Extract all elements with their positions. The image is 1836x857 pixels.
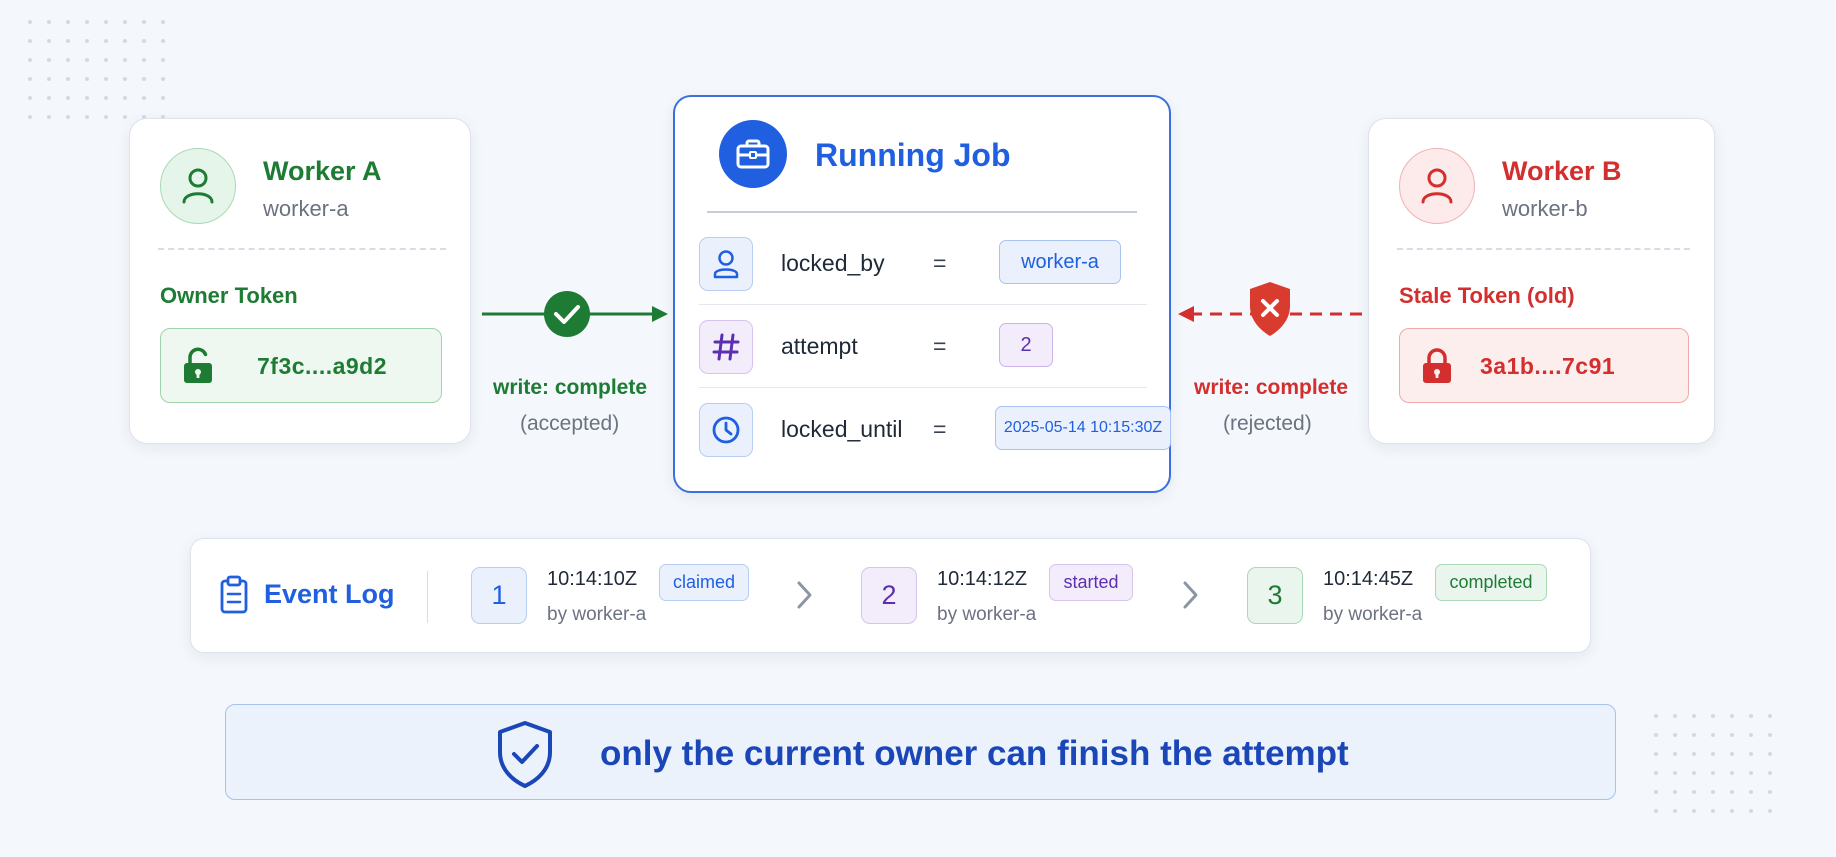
dot-grid-bottom-right xyxy=(1654,714,1772,813)
shield-check-icon xyxy=(498,721,552,788)
accepted-status: (accepted) xyxy=(520,412,620,435)
worker-a-card: Worker A worker-a Owner Token 7f3c....a9… xyxy=(129,118,471,444)
stale-token-value: 3a1b....7c91 xyxy=(1480,353,1616,379)
accepted-label: write: complete xyxy=(493,376,648,399)
worker-a-id: worker-a xyxy=(263,196,349,221)
owner-token-label: Owner Token xyxy=(160,283,298,308)
owner-token-box: 7f3c....a9d2 xyxy=(160,328,442,403)
equals-sign: = xyxy=(933,416,947,442)
dot-grid-top-left xyxy=(28,20,165,119)
locked-icon xyxy=(1423,348,1451,383)
worker-b-name: Worker B xyxy=(1502,156,1622,186)
clipboard-icon xyxy=(220,575,248,614)
summary-banner: only the current owner can finish the at… xyxy=(225,704,1616,800)
rejected-status: (rejected) xyxy=(1223,412,1312,435)
event-step-number: 1 xyxy=(471,567,527,624)
shield-x-icon xyxy=(1250,282,1290,336)
worker-b-id: worker-b xyxy=(1502,196,1588,221)
field-key: locked_by xyxy=(781,250,885,276)
user-icon xyxy=(160,148,236,224)
event-log-panel: Event Log 1 10:14:10Z claimed by worker-… xyxy=(190,538,1591,653)
stale-token-label: Stale Token (old) xyxy=(1399,283,1575,308)
briefcase-icon xyxy=(719,120,787,188)
divider xyxy=(158,248,446,250)
rejected-label: write: complete xyxy=(1194,376,1349,399)
check-icon xyxy=(544,291,590,337)
event-log-title: Event Log xyxy=(264,579,395,609)
running-job-card: Running Job locked_by = worker-a attempt… xyxy=(673,95,1171,493)
job-divider xyxy=(707,211,1137,213)
field-value: 2 xyxy=(999,323,1053,367)
event-badge: started xyxy=(1049,564,1133,601)
worker-b-card: Worker B worker-b Stale Token (old) 3a1b… xyxy=(1368,118,1715,444)
event-step-number: 3 xyxy=(1247,567,1303,624)
owner-token-value: 7f3c....a9d2 xyxy=(257,353,388,379)
event-by: by worker-a xyxy=(1323,604,1423,625)
unlocked-icon xyxy=(184,347,212,383)
worker-a-name: Worker A xyxy=(263,156,382,186)
field-row-locked-by: locked_by = worker-a xyxy=(699,223,1147,305)
equals-sign: = xyxy=(933,333,947,359)
clock-icon xyxy=(699,403,753,457)
chevron-right-icon xyxy=(797,581,812,609)
banner-text: only the current owner can finish the at… xyxy=(600,734,1349,773)
job-title: Running Job xyxy=(815,137,1011,173)
user-icon xyxy=(699,237,753,291)
user-icon xyxy=(1399,148,1475,224)
field-key: locked_until xyxy=(781,416,903,442)
event-by: by worker-a xyxy=(937,604,1037,625)
event-badge: claimed xyxy=(659,564,749,601)
field-value: worker-a xyxy=(999,240,1121,284)
field-row-attempt: attempt = 2 xyxy=(699,306,1147,388)
stale-token-box: 3a1b....7c91 xyxy=(1399,328,1689,403)
event-time: 10:14:45Z xyxy=(1323,568,1414,590)
event-time: 10:14:10Z xyxy=(547,568,638,590)
event-time: 10:14:12Z xyxy=(937,568,1028,590)
divider xyxy=(427,571,428,623)
event-step-number: 2 xyxy=(861,567,917,624)
field-key: attempt xyxy=(781,333,858,359)
field-value: 2025-05-14 10:15:30Z xyxy=(995,406,1171,450)
equals-sign: = xyxy=(933,250,947,276)
field-row-locked-until: locked_until = 2025-05-14 10:15:30Z xyxy=(699,389,1171,469)
hash-icon xyxy=(699,320,753,374)
divider xyxy=(1397,248,1690,250)
chevron-right-icon xyxy=(1183,581,1198,609)
event-by: by worker-a xyxy=(547,604,647,625)
event-badge: completed xyxy=(1435,564,1547,601)
